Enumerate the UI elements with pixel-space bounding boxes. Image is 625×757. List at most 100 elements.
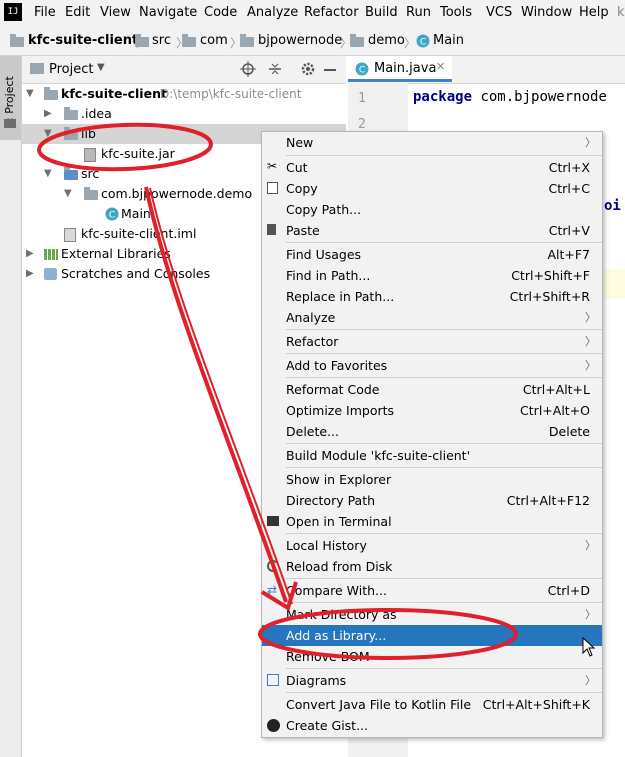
menu-item-local-history[interactable]: Local History 〉 (262, 535, 602, 556)
menu-label: Add to Favorites (286, 358, 388, 373)
tree-label: Main (121, 206, 151, 221)
folder-icon (64, 127, 78, 140)
menu-item-convert-to-kotlin[interactable]: Convert Java File to Kotlin File Ctrl+Alt… (262, 694, 602, 715)
menu-item-directory-path[interactable]: Directory Path Ctrl+Alt+F12 (262, 490, 602, 511)
breadcrumb-project[interactable]: kfc-suite-client (28, 33, 138, 48)
tree-item-project-root[interactable]: ▼ kfc-suite-client D:\temp\kfc-suite-cli… (22, 84, 346, 104)
menu-item-diagrams[interactable]: Diagrams 〉 (262, 670, 602, 691)
collapsed-arrow-icon[interactable]: ▶ (26, 264, 34, 284)
folder-icon (182, 34, 196, 47)
menu-build[interactable]: Build (365, 5, 398, 20)
chevron-down-icon[interactable]: ▼ (97, 62, 105, 73)
menu-item-remove-bom[interactable]: Remove BOM (262, 646, 602, 667)
menu-item-copy-path[interactable]: Copy Path... (262, 199, 602, 220)
close-icon[interactable]: ✕ (436, 60, 445, 73)
submenu-arrow-icon: 〉 (585, 608, 596, 621)
menu-item-optimize-imports[interactable]: Optimize Imports Ctrl+Alt+O (262, 400, 602, 421)
menu-item-open-in-terminal[interactable]: Open in Terminal (262, 511, 602, 532)
menu-item-copy[interactable]: Copy Ctrl+C (262, 178, 602, 199)
menu-item-new[interactable]: New 〉 (262, 132, 602, 153)
expand-arrow-icon[interactable]: ▼ (64, 184, 72, 204)
menu-run[interactable]: Run (406, 5, 431, 20)
expand-arrow-icon[interactable]: ▼ (44, 164, 52, 184)
menu-vcs[interactable]: VCS (486, 5, 512, 20)
project-view-icon (30, 63, 44, 74)
collapse-all-icon[interactable] (267, 61, 283, 77)
code-keyword: package (413, 89, 473, 105)
menu-shortcut: Ctrl+X (548, 160, 590, 175)
menu-separator (286, 578, 602, 579)
menu-item-reformat-code[interactable]: Reformat Code Ctrl+Alt+L (262, 379, 602, 400)
menu-separator (286, 155, 602, 156)
menu-item-paste[interactable]: Paste Ctrl+V (262, 220, 602, 241)
menu-code[interactable]: Code (204, 5, 237, 20)
menu-tools[interactable]: Tools (440, 5, 472, 20)
structure-icon[interactable] (4, 119, 16, 128)
menu-analyze[interactable]: Analyze (247, 5, 298, 20)
tree-label: src (81, 166, 100, 181)
tree-path: D:\temp\kfc-suite-client (160, 87, 302, 101)
class-icon: C (416, 34, 430, 48)
tree-item-idea[interactable]: ▶ .idea (22, 104, 346, 124)
menu-overflow[interactable]: k (617, 5, 625, 20)
menu-item-replace-in-path[interactable]: Replace in Path... Ctrl+Shift+R (262, 286, 602, 307)
menu-label: Remove BOM (286, 649, 370, 664)
menu-help[interactable]: Help (579, 5, 609, 20)
menu-shortcut: Ctrl+V (548, 223, 590, 238)
menu-navigate[interactable]: Navigate (139, 5, 197, 20)
code-text: com.bjpowernode (472, 89, 607, 105)
expand-arrow-icon[interactable]: ▼ (44, 124, 52, 144)
line-number: 2 (358, 117, 366, 132)
class-icon: C (105, 207, 119, 221)
menu-file[interactable]: File (34, 5, 56, 20)
minimize-icon[interactable] (324, 69, 336, 71)
menu-item-compare-with[interactable]: ⇄ Compare With... Ctrl+D (262, 580, 602, 601)
breadcrumb-bjpowernode[interactable]: bjpowernode (258, 33, 342, 48)
expand-arrow-icon[interactable]: ▼ (26, 84, 34, 104)
mouse-cursor-icon (582, 637, 596, 657)
collapsed-arrow-icon[interactable]: ▶ (44, 104, 52, 124)
menu-item-show-in-explorer[interactable]: Show in Explorer (262, 469, 602, 490)
menu-separator (286, 377, 602, 378)
menu-window[interactable]: Window (521, 5, 572, 20)
menu-label: Replace in Path... (286, 289, 395, 304)
menu-edit[interactable]: Edit (65, 5, 90, 20)
menu-label: Create Gist... (286, 718, 369, 733)
collapsed-arrow-icon[interactable]: ▶ (26, 244, 34, 264)
menu-item-add-to-favorites[interactable]: Add to Favorites 〉 (262, 355, 602, 376)
menu-item-delete[interactable]: Delete... Delete (262, 421, 602, 442)
menu-item-reload-from-disk[interactable]: Reload from Disk (262, 556, 602, 577)
menu-item-find-in-path[interactable]: Find in Path... Ctrl+Shift+F (262, 265, 602, 286)
breadcrumb-src[interactable]: src (152, 33, 171, 48)
compare-icon: ⇄ (267, 583, 278, 597)
menu-item-analyze[interactable]: Analyze 〉 (262, 307, 602, 328)
menu-refactor[interactable]: Refactor (304, 5, 359, 20)
menu-item-add-as-library[interactable]: Add as Library... (262, 625, 602, 646)
caret-line-highlight (604, 269, 625, 299)
menu-separator (286, 668, 602, 669)
menu-item-create-gist[interactable]: Create Gist... (262, 715, 602, 736)
menu-item-cut[interactable]: ✂ Cut Ctrl+X (262, 157, 602, 178)
jar-icon (84, 148, 96, 162)
locate-icon[interactable] (240, 61, 256, 77)
menu-item-find-usages[interactable]: Find Usages Alt+F7 (262, 244, 602, 265)
source-folder-icon (64, 167, 78, 180)
code-line-1[interactable]: package com.bjpowernode (413, 89, 607, 105)
menu-view[interactable]: View (100, 5, 131, 20)
menu-item-refactor[interactable]: Refactor 〉 (262, 331, 602, 352)
project-panel-title[interactable]: Project (49, 62, 93, 77)
breadcrumb-main[interactable]: Main (433, 33, 464, 48)
menu-item-mark-directory-as[interactable]: Mark Directory as 〉 (262, 604, 602, 625)
menu-label: Directory Path (286, 493, 376, 508)
class-icon: C (355, 62, 369, 76)
terminal-icon (267, 516, 279, 526)
menu-item-build-module[interactable]: Build Module 'kfc-suite-client' (262, 445, 602, 466)
folder-icon (135, 34, 149, 47)
tab-main-java[interactable]: C Main.java ✕ (348, 56, 452, 82)
menu-label: Find Usages (286, 247, 362, 262)
breadcrumb-com[interactable]: com (200, 33, 228, 48)
menu-separator (286, 353, 602, 354)
breadcrumb-demo[interactable]: demo (368, 33, 405, 48)
gear-icon[interactable] (300, 61, 316, 77)
file-icon (64, 228, 76, 242)
